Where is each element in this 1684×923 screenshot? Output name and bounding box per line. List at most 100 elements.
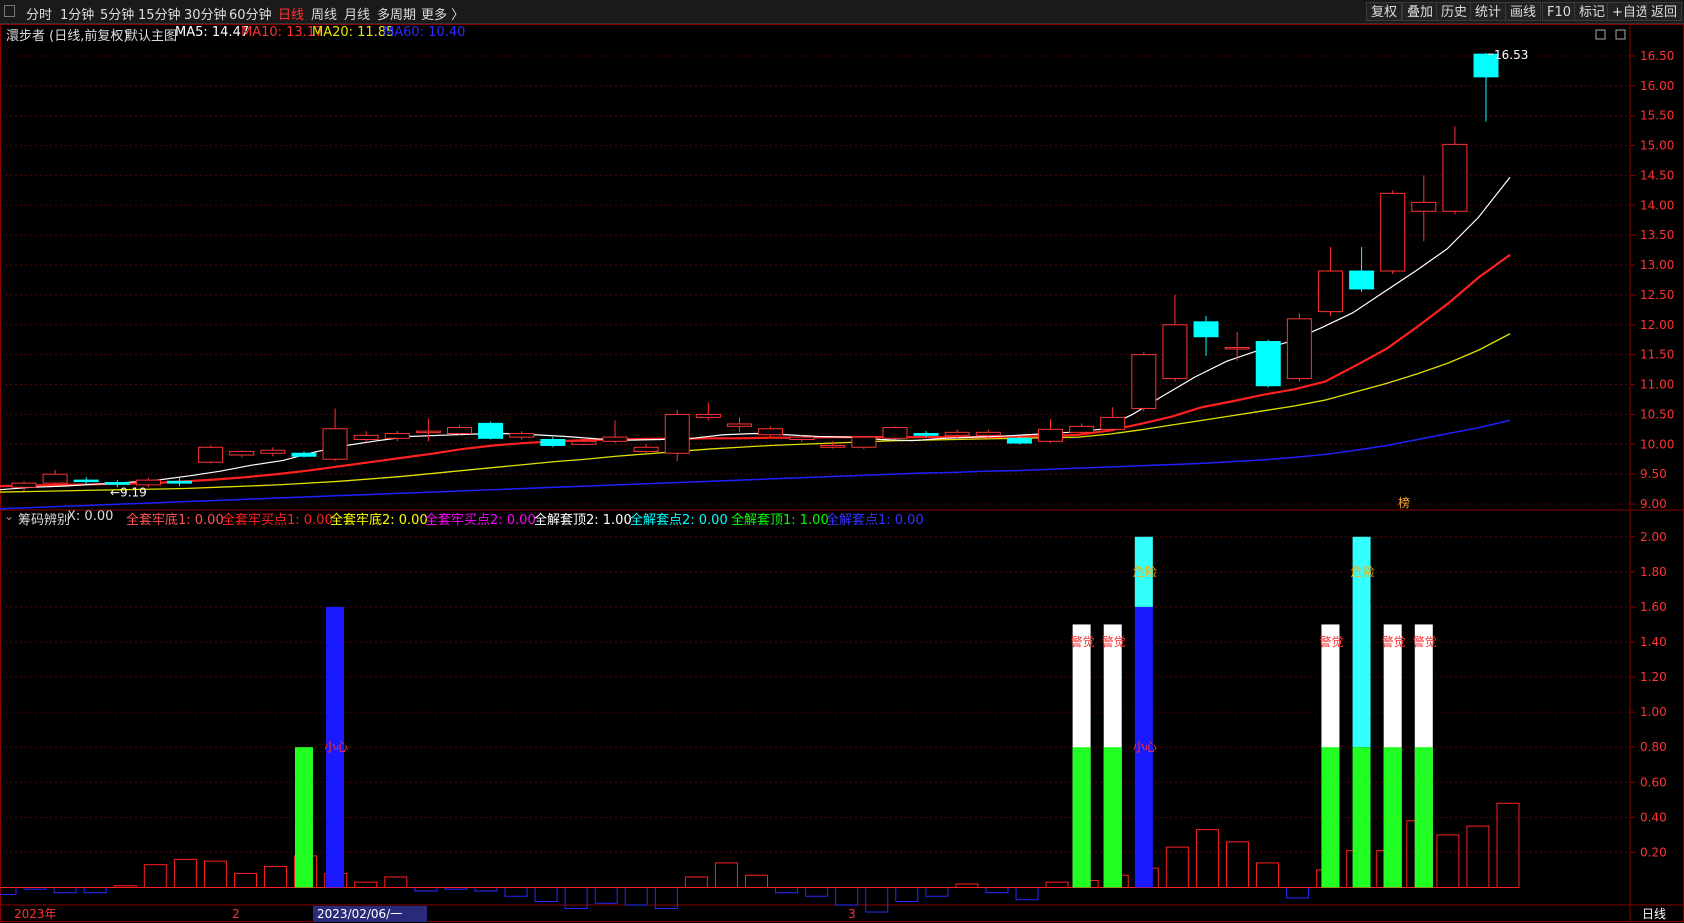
- candle-body: [602, 436, 628, 442]
- rank-mark: 榜: [1398, 495, 1410, 510]
- signal-label: 危险: [1133, 564, 1157, 579]
- candle-body: [1411, 201, 1437, 212]
- signal-label: 警觉: [1319, 634, 1343, 649]
- candle-body: [1131, 354, 1157, 409]
- kline-chart[interactable]: 16.50 16.00 15.50 15.00 14.50 14.00 13.50 13.00…: [0, 0, 1684, 923]
- candle-body: [1255, 341, 1281, 387]
- signal-bar-green: [1103, 747, 1122, 888]
- candle-body: [571, 440, 597, 445]
- candle-body: [1380, 192, 1406, 272]
- candle-body: [851, 436, 877, 448]
- candle-body: [726, 423, 752, 427]
- candle-body: [1162, 324, 1188, 380]
- main-y-tick-label: 16.50: [1640, 49, 1674, 63]
- main-y-tick-label: 10.50: [1640, 407, 1674, 421]
- ma10-line: [0, 254, 1511, 488]
- hist-bar: [0, 886, 17, 895]
- main-y-tick-label: 15.50: [1640, 109, 1674, 123]
- main-y-tick-label: 11.50: [1640, 348, 1674, 362]
- hist-bar: [745, 874, 768, 888]
- main-y-tick-label: 9.00: [1640, 497, 1667, 511]
- main-y-tick-label: 13.50: [1640, 228, 1674, 242]
- candle-body: [820, 444, 846, 448]
- hist-bar: [1466, 825, 1490, 888]
- sub-y-tick-label: 0.20: [1640, 845, 1667, 859]
- hist-bar: [985, 886, 1009, 894]
- sub-y-tick-label: 2.00: [1640, 530, 1667, 544]
- candle-body: [11, 482, 37, 488]
- hist-bar: [203, 860, 227, 888]
- signal-label: 警觉: [1071, 634, 1095, 649]
- main-y-tick-label: 11.00: [1640, 378, 1674, 392]
- main-y-tick-label: 15.00: [1640, 139, 1674, 153]
- hist-bar: [83, 886, 107, 894]
- candle-body: [789, 436, 815, 441]
- candle-body: [384, 433, 410, 439]
- candle-body: [446, 427, 472, 435]
- signal-bar-green: [294, 747, 313, 888]
- main-y-tick-label: 10.00: [1640, 437, 1674, 451]
- candle-body: [73, 479, 99, 483]
- candle-body: [1442, 143, 1468, 212]
- candle-body: [913, 433, 939, 436]
- candle-body: [198, 446, 224, 463]
- diamond-toggle-icon: [1595, 29, 1606, 40]
- hist-bar: [594, 886, 618, 904]
- candle-body: [478, 422, 504, 439]
- sub-y-tick-label: 1.40: [1640, 635, 1667, 649]
- signal-bar-green: [1352, 747, 1371, 888]
- sub-y-tick-label: 0.80: [1640, 740, 1667, 754]
- sub-y-tick-label: 1.00: [1640, 705, 1667, 719]
- hist-bar: [1225, 841, 1249, 888]
- hist-bar: [775, 886, 799, 894]
- candle-body: [291, 452, 317, 457]
- signal-label: 小心: [1133, 740, 1157, 754]
- hist-bar: [1256, 862, 1280, 888]
- main-y-tick-label: 14.50: [1640, 168, 1674, 182]
- sub-y-tick-label: 0.40: [1640, 810, 1667, 824]
- date-cursor-label: 2023/02/06/一: [317, 907, 402, 921]
- candle-body: [882, 427, 908, 439]
- signal-label: 警觉: [1382, 634, 1406, 649]
- candle-body: [540, 439, 566, 446]
- candle-body: [1006, 437, 1032, 444]
- signal-bar-green: [1414, 747, 1433, 888]
- x-axis-label: 2023年: [14, 907, 57, 921]
- hist-bar: [173, 858, 197, 888]
- hist-bar: [895, 886, 919, 902]
- hist-bar: [1045, 881, 1069, 888]
- candle-body: [1038, 428, 1064, 442]
- hist-bar: [534, 886, 558, 902]
- sub-y-tick-label: 1.60: [1640, 600, 1667, 614]
- candle-body: [1286, 318, 1312, 380]
- candle-body: [415, 430, 441, 434]
- candle-body: [1069, 425, 1095, 433]
- hist-bar: [474, 886, 498, 892]
- candle-body: [664, 413, 690, 454]
- hist-bar: [1015, 886, 1039, 901]
- main-y-tick-label: 12.50: [1640, 288, 1674, 302]
- hist-bar: [1286, 886, 1310, 899]
- hist-bar: [835, 886, 859, 906]
- candle-body: [229, 450, 255, 456]
- signal-label: 警觉: [1413, 634, 1437, 649]
- low-price-label: ←9.19: [110, 486, 147, 500]
- candle-body: [509, 433, 535, 438]
- candle-body: [167, 480, 193, 484]
- hist-bar: [1496, 802, 1520, 888]
- high-price-label: 16.53: [1494, 48, 1528, 62]
- signal-label: 危险: [1351, 564, 1375, 579]
- period-label: 日线: [1642, 907, 1666, 921]
- candle-body: [135, 479, 161, 486]
- hist-bar: [624, 886, 648, 906]
- signal-bar-green: [1072, 747, 1091, 888]
- main-y-tick-label: 14.00: [1640, 198, 1674, 212]
- signal-bar-green: [1383, 747, 1402, 888]
- sub-y-tick-label: 0.60: [1640, 775, 1667, 789]
- candle-body: [1317, 270, 1343, 313]
- candle-body: [104, 482, 130, 485]
- hist-bar: [354, 881, 378, 888]
- candle-body: [1349, 270, 1375, 290]
- ma5-line: [0, 176, 1511, 491]
- main-y-tick-label: 16.00: [1640, 79, 1674, 93]
